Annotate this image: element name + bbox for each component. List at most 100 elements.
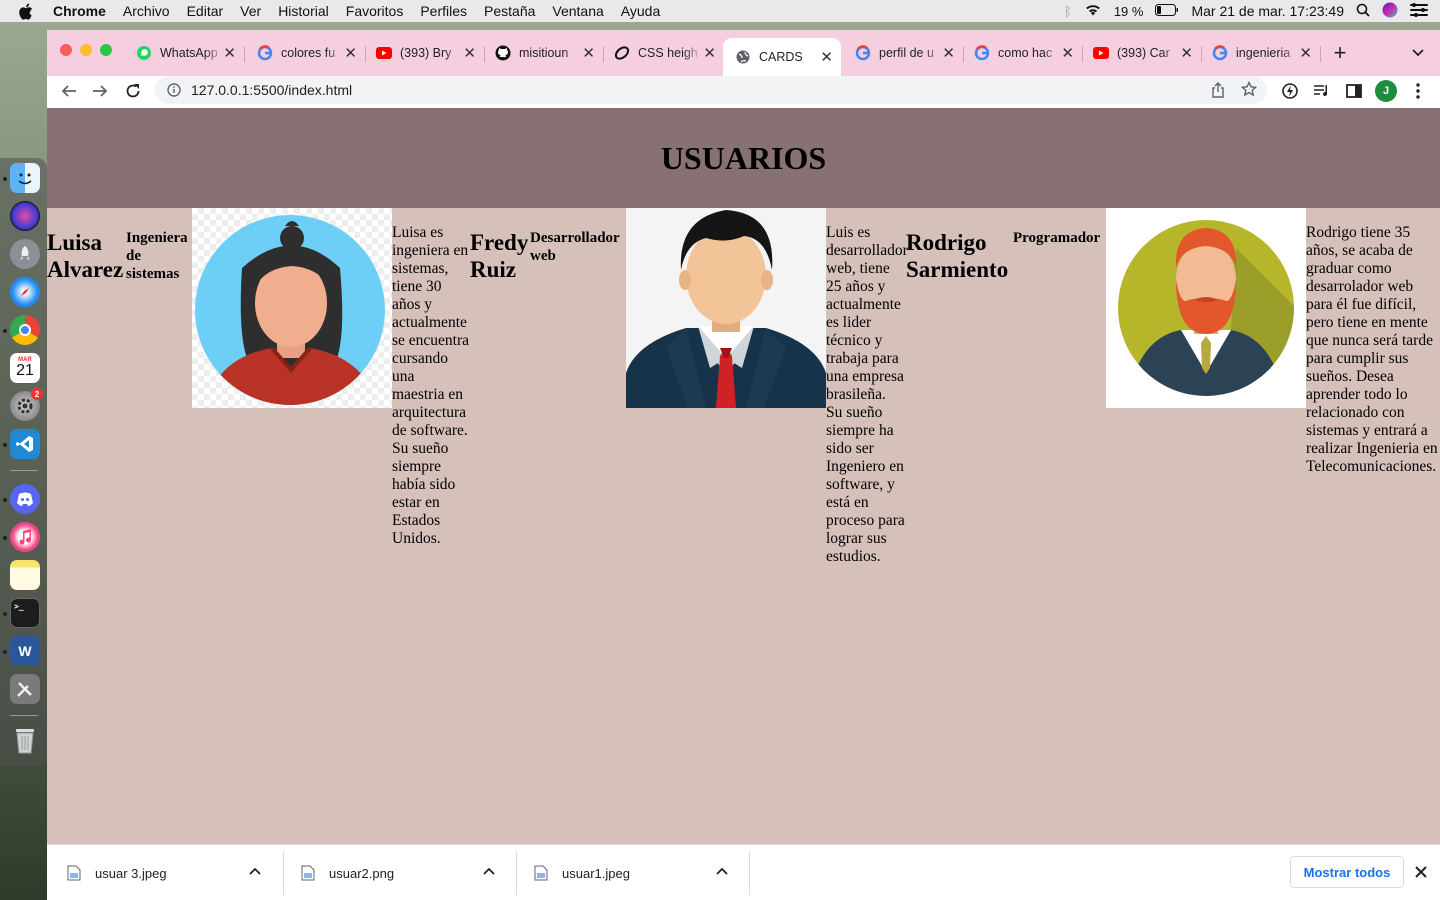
download-filename: usuar1.jpeg — [562, 865, 630, 881]
tab-cards-active[interactable]: CARDS ✕ — [723, 38, 841, 76]
site-info-icon[interactable] — [167, 83, 181, 97]
google-icon — [855, 45, 871, 61]
kebab-menu-icon[interactable] — [1408, 81, 1428, 101]
menu-ver[interactable]: Ver — [240, 3, 261, 19]
new-tab-plus-icon[interactable]: + — [1330, 40, 1350, 65]
vscode-icon[interactable] — [10, 429, 40, 459]
menu-archivo[interactable]: Archivo — [123, 3, 170, 19]
finder-icon[interactable] — [10, 163, 40, 193]
menu-ayuda[interactable]: Ayuda — [621, 3, 660, 19]
tab-search-chevron-down-icon[interactable] — [1408, 43, 1428, 63]
dock-separator — [10, 715, 38, 716]
share-icon[interactable] — [1211, 82, 1225, 98]
menu-editar[interactable]: Editar — [187, 3, 224, 19]
apple-icon[interactable] — [18, 3, 36, 20]
download-item-usuar2[interactable]: usuar2.png — [301, 845, 511, 900]
close-tab-icon[interactable]: ✕ — [1061, 44, 1074, 62]
download-item-usuar1[interactable]: usuar1.jpeg — [534, 845, 744, 900]
user-description: Luis es desarrollador web, tiene 25 años… — [826, 224, 908, 565]
tab-separator — [365, 46, 366, 62]
reload-icon[interactable] — [123, 81, 143, 101]
close-tab-icon[interactable]: ✕ — [1180, 44, 1193, 62]
close-tab-icon[interactable]: ✕ — [223, 44, 236, 62]
user-cards: Luisa Alvarez Ingeniera de sistemas Luis… — [47, 208, 1440, 566]
image-file-icon — [534, 865, 548, 881]
profile-avatar[interactable]: J — [1375, 80, 1397, 102]
siri-icon[interactable] — [1382, 2, 1398, 21]
show-all-downloads-button[interactable]: Mostrar todos — [1290, 856, 1404, 888]
tab-youtube-bry[interactable]: (393) Bry ✕ — [370, 38, 480, 68]
spotlight-search-icon[interactable] — [1356, 3, 1370, 20]
download-separator — [283, 851, 284, 895]
bluetooth-icon[interactable]: ᛒ — [1064, 4, 1072, 19]
close-tab-icon[interactable]: ✕ — [703, 44, 716, 62]
menu-ventana[interactable]: Ventana — [552, 3, 603, 19]
menu-pestana[interactable]: Pestaña — [484, 3, 535, 19]
utilities-tools-icon[interactable] — [10, 674, 40, 704]
chevron-up-icon[interactable] — [716, 867, 728, 875]
menu-historial[interactable]: Historial — [278, 3, 329, 19]
terminal-icon[interactable]: >_ — [10, 598, 40, 628]
close-tab-icon[interactable]: ✕ — [344, 44, 357, 62]
notes-icon[interactable] — [10, 560, 40, 590]
tab-como-hac[interactable]: como hac ✕ — [968, 38, 1078, 68]
close-tab-icon[interactable]: ✕ — [1299, 44, 1312, 62]
tab-perfil[interactable]: perfil de u ✕ — [849, 38, 959, 68]
close-tab-icon[interactable]: ✕ — [463, 44, 476, 62]
close-tab-icon[interactable]: ✕ — [942, 44, 955, 62]
chevron-up-icon[interactable] — [249, 867, 261, 875]
launchpad-rocket-icon[interactable] — [10, 239, 40, 269]
tab-colores[interactable]: colores fu ✕ — [251, 38, 361, 68]
chevron-up-icon[interactable] — [483, 867, 495, 875]
dock-running-indicator — [3, 498, 7, 502]
tab-css-height[interactable]: CSS heigh ✕ — [608, 38, 720, 68]
page-content: USUARIOS Luisa Alvarez Ingeniera de sist… — [47, 108, 1440, 844]
close-tab-icon[interactable]: ✕ — [820, 48, 833, 66]
menu-perfiles[interactable]: Perfiles — [420, 3, 467, 19]
dock-running-indicator — [3, 443, 7, 447]
tab-github[interactable]: misitioun ✕ — [489, 38, 599, 68]
siri-app-icon[interactable] — [10, 201, 40, 231]
user-description: Rodrigo tiene 35 años, se acaba de gradu… — [1306, 224, 1438, 475]
menu-favoritos[interactable]: Favoritos — [346, 3, 404, 19]
close-tab-icon[interactable]: ✕ — [582, 44, 595, 62]
tab-ingenieria[interactable]: ingenieria ✕ — [1206, 38, 1316, 68]
notification-badge: 2 — [31, 388, 43, 400]
tab-youtube-car[interactable]: (393) Car ✕ — [1087, 38, 1197, 68]
tab-separator — [484, 46, 485, 62]
close-window-button[interactable] — [60, 44, 72, 56]
music-note-icon[interactable] — [10, 522, 40, 552]
back-arrow-icon[interactable] — [59, 81, 79, 101]
bookmark-star-icon[interactable] — [1241, 81, 1257, 97]
tab-whatsapp[interactable]: WhatsApp ✕ — [130, 38, 240, 68]
wifi-icon[interactable] — [1084, 3, 1102, 19]
control-center-icon[interactable] — [1410, 2, 1428, 20]
extension-icon[interactable] — [1280, 81, 1300, 101]
side-panel-icon[interactable] — [1344, 81, 1364, 101]
calendar-icon[interactable]: MAR 21 — [10, 353, 40, 383]
system-preferences-gear-icon[interactable]: 2 — [10, 388, 43, 421]
user-card-luisa: Luisa Alvarez Ingeniera de sistemas Luis… — [47, 208, 470, 548]
chrome-icon[interactable] — [10, 315, 40, 345]
avatar-man-suit — [626, 208, 826, 408]
minimize-window-button[interactable] — [80, 44, 92, 56]
trash-icon[interactable] — [10, 726, 40, 756]
menu-app-name[interactable]: Chrome — [53, 3, 106, 19]
safari-compass-icon[interactable] — [10, 277, 40, 307]
dock-running-indicator — [3, 650, 7, 654]
media-controls-icon[interactable] — [1312, 81, 1332, 101]
word-icon[interactable]: W — [10, 636, 40, 666]
download-item-usuar3[interactable]: usuar 3.jpeg — [67, 845, 277, 900]
zoom-window-button[interactable] — [100, 44, 112, 56]
url-text[interactable]: 127.0.0.1:5500/index.html — [191, 82, 352, 98]
address-bar[interactable]: 127.0.0.1:5500/index.html — [155, 76, 1267, 104]
download-separator — [749, 851, 750, 895]
menubar-clock[interactable]: Mar 21 de mar. 17:23:49 — [1191, 3, 1344, 19]
tab-separator — [244, 46, 245, 62]
tab-title: misitioun — [519, 46, 569, 60]
forward-arrow-icon[interactable] — [90, 81, 110, 101]
codepen-icon — [614, 45, 630, 61]
discord-icon[interactable] — [10, 484, 40, 514]
close-downloads-bar-icon[interactable] — [1414, 865, 1428, 879]
battery-icon[interactable] — [1155, 3, 1179, 19]
